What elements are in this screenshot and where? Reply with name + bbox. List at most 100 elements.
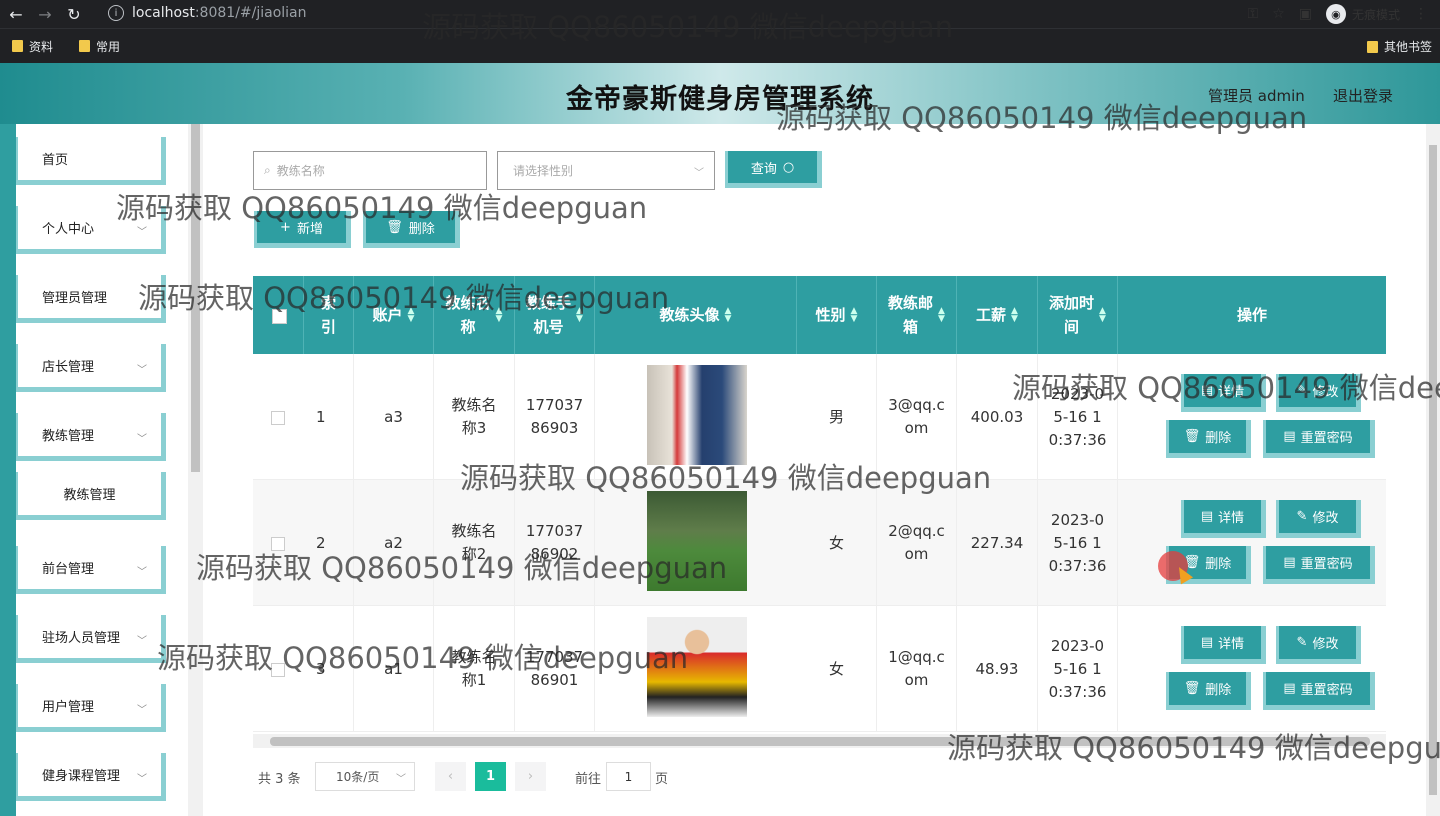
document-icon: ▤	[1200, 635, 1214, 650]
main-scrollbar-thumb[interactable]	[1429, 145, 1437, 795]
delete-button[interactable]: 🗑 删除	[1166, 420, 1251, 458]
header-time-line1: 添加时	[1049, 294, 1095, 312]
incognito-badge[interactable]: ◉ 无痕模式	[1325, 4, 1400, 24]
header-gender[interactable]: 性别 ▲ ▼	[797, 276, 877, 354]
cell-text: 教练名 称1	[451, 646, 496, 692]
header-phone[interactable]: 教练手 机号 ▲ ▼	[515, 276, 595, 354]
sidebar-item-label: 教练管理	[42, 429, 95, 444]
table-hscrollbar-thumb[interactable]	[270, 737, 1370, 746]
edit-icon: ✎	[1296, 383, 1308, 398]
query-label: 查询	[750, 161, 777, 177]
reload-icon[interactable]: ↻	[61, 1, 87, 27]
reset-password-button[interactable]: ▤ 重置密码	[1263, 672, 1375, 710]
menu-icon[interactable]: ⋮	[1414, 6, 1428, 22]
cell-line: 5-16 1	[1053, 659, 1102, 678]
page-number-current[interactable]: 1	[475, 762, 506, 791]
cell-phone: 177037 86901	[515, 606, 595, 732]
reset-password-button[interactable]: ▤ 重置密码	[1263, 546, 1375, 584]
goto-page-input[interactable]: 1	[606, 762, 651, 791]
add-button[interactable]: + 新增	[254, 211, 351, 248]
sidebar-item-users[interactable]: 用户管理 ﹀	[16, 684, 166, 732]
bookmark-folder[interactable]: 资料	[12, 38, 53, 55]
query-button[interactable]: 查询 ○	[725, 151, 822, 188]
sort-icon[interactable]: ▲ ▼	[851, 307, 858, 324]
sidebar-subitem-coaches[interactable]: 教练管理	[16, 472, 166, 520]
folder-icon	[1366, 40, 1378, 53]
sidebar-scrollbar-thumb[interactable]	[191, 124, 200, 472]
header-salary[interactable]: 工薪 ▲ ▼	[957, 276, 1038, 354]
sidebar-item-coaches[interactable]: 教练管理 ﹀	[16, 413, 166, 461]
sort-icon[interactable]: ▲ ▼	[408, 307, 415, 324]
sidebar-item-label: 店长管理	[42, 360, 95, 375]
delete-button-label: 删除	[1205, 431, 1232, 446]
header-photo[interactable]: 教练头像 ▲ ▼	[595, 276, 797, 354]
cell-line: om	[904, 419, 929, 437]
prev-page-button[interactable]: ‹	[435, 762, 466, 791]
header-coach-name[interactable]: 教练名称 ▲ ▼	[434, 276, 515, 354]
header-account[interactable]: 账户 ▲ ▼	[354, 276, 434, 354]
header-index[interactable]: 索引	[304, 276, 354, 354]
sidebar-item-staff[interactable]: 驻场人员管理 ﹀	[16, 615, 166, 663]
sidebar-item-admins[interactable]: 管理员管理	[16, 275, 166, 323]
reset-password-button[interactable]: ▤ 重置密码	[1263, 420, 1375, 458]
cell-text: 2023-0 5-16 1 0:37:36	[1049, 509, 1107, 578]
other-bookmarks[interactable]: 其他书签	[1366, 38, 1432, 55]
back-icon[interactable]: ←	[3, 1, 29, 27]
row-checkbox[interactable]	[271, 411, 285, 425]
edit-button[interactable]: ✎ 修改	[1276, 626, 1361, 664]
header-email-line2: 箱	[903, 318, 919, 336]
sidebar-item-home[interactable]: 首页	[16, 137, 166, 185]
sidebar-item-reception[interactable]: 前台管理 ﹀	[16, 546, 166, 594]
coach-photo-1	[647, 617, 747, 717]
cell-gender: 女	[797, 480, 877, 606]
sidebar-item-managers[interactable]: 店长管理 ﹀	[16, 344, 166, 392]
row-checkbox[interactable]	[271, 663, 285, 677]
sidebar-item-profile[interactable]: 个人中心 ﹀	[16, 206, 166, 254]
bookmark-folder[interactable]: 常用	[79, 38, 120, 55]
cell-line: 86901	[530, 671, 579, 689]
row-checkbox[interactable]	[271, 537, 285, 551]
detail-button[interactable]: ▤ 详情	[1181, 500, 1266, 538]
detail-button[interactable]: ▤ 详情	[1181, 626, 1266, 664]
cell-text: 教练名 称2	[451, 520, 496, 566]
key-icon[interactable]: ⚿	[1248, 6, 1259, 22]
cell-index: 2	[304, 480, 354, 606]
address-bar[interactable]: i localhost:8081/#/jiaolian	[108, 2, 1298, 24]
site-info-icon[interactable]: i	[108, 5, 124, 21]
batch-delete-button[interactable]: 🗑 删除	[363, 211, 460, 248]
sidebar-item-courses[interactable]: 健身课程管理 ﹀	[16, 753, 166, 801]
logout-link[interactable]: 退出登录	[1333, 85, 1393, 106]
sort-icon[interactable]: ▲ ▼	[496, 307, 503, 324]
header-email[interactable]: 教练邮箱 ▲ ▼	[877, 276, 957, 354]
delete-button-label: 删除	[1205, 557, 1232, 572]
gender-select[interactable]: 请选择性别 ﹀	[497, 151, 715, 190]
sort-icon[interactable]: ▲ ▼	[725, 307, 732, 324]
edit-button[interactable]: ✎ 修改	[1276, 500, 1361, 538]
sort-icon[interactable]: ▲ ▼	[1011, 307, 1018, 324]
gender-placeholder: 请选择性别	[513, 164, 574, 178]
cell-line: 177037	[525, 522, 584, 540]
edit-button[interactable]: ✎ 修改	[1276, 374, 1361, 412]
sidepanel-icon[interactable]: ▣	[1299, 6, 1312, 22]
next-page-button[interactable]: ›	[515, 762, 546, 791]
coach-name-input[interactable]: ⌕ 教练名称	[253, 151, 487, 190]
sort-icon[interactable]: ▲ ▼	[1099, 307, 1106, 324]
header-salary-label: 工薪	[976, 306, 1007, 324]
select-all-checkbox[interactable]	[272, 309, 287, 324]
delete-button[interactable]: 🗑 删除	[1166, 672, 1251, 710]
detail-button-label: 详情	[1218, 511, 1245, 526]
detail-button[interactable]: ▤ 详情	[1181, 374, 1266, 412]
cell-account: a2	[354, 480, 434, 606]
pagination-total: 共 3 条	[258, 772, 301, 787]
reset-password-button-label: 重置密码	[1300, 683, 1353, 698]
page-size-select[interactable]: 10条/页 ﹀	[315, 762, 415, 791]
star-icon[interactable]: ☆	[1272, 6, 1285, 22]
header-phone-line1: 教练手	[526, 294, 572, 312]
sort-icon[interactable]: ▲ ▼	[938, 307, 945, 324]
cell-line: 1@qq.c	[888, 648, 945, 666]
chevron-right-icon: ›	[527, 769, 534, 784]
cell-line: 教练名	[451, 522, 497, 540]
header-time[interactable]: 添加时间 ▲ ▼	[1038, 276, 1118, 354]
forward-icon[interactable]: →	[32, 1, 58, 27]
sort-icon[interactable]: ▲ ▼	[576, 307, 583, 324]
